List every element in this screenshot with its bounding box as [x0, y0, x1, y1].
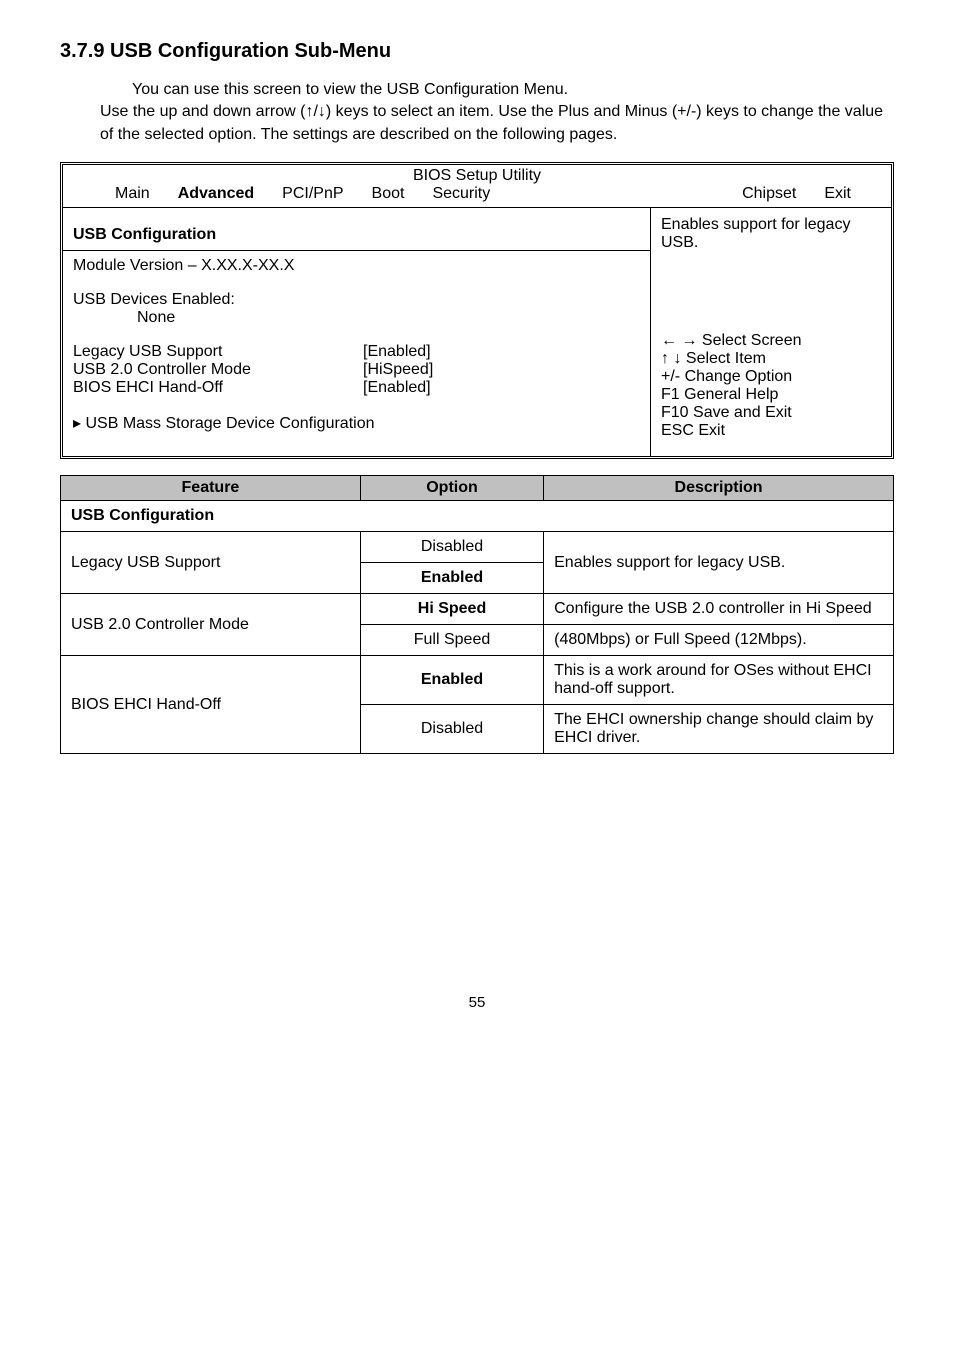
- option-cell: Full Speed: [360, 625, 543, 656]
- menu-pcipnp: PCI/PnP: [282, 185, 343, 203]
- help-key-save-exit: F10 Save and Exit: [661, 404, 881, 422]
- config-value: [Enabled]: [363, 343, 431, 361]
- menu-boot: Boot: [372, 185, 405, 203]
- option-cell: Hi Speed: [360, 594, 543, 625]
- section-heading: 3.7.9 USB Configuration Sub-Menu: [60, 40, 894, 63]
- col-description: Description: [544, 476, 894, 501]
- config-row-legacy-usb: Legacy USB Support [Enabled]: [73, 343, 640, 361]
- table-row: BIOS EHCI Hand-Off Enabled This is a wor…: [61, 656, 894, 705]
- config-label: Legacy USB Support: [73, 343, 283, 361]
- menu-chipset: Chipset: [742, 185, 796, 203]
- feature-cell: USB 2.0 Controller Mode: [61, 594, 361, 656]
- config-value: [Enabled]: [363, 379, 431, 397]
- table-section-header: USB Configuration: [61, 501, 894, 532]
- menu-main: Main: [115, 185, 150, 203]
- help-description: Enables support for legacy USB.: [661, 216, 881, 252]
- table-row: Legacy USB Support Disabled Enables supp…: [61, 532, 894, 563]
- col-option: Option: [360, 476, 543, 501]
- config-value: [HiSpeed]: [363, 361, 433, 379]
- menu-security: Security: [432, 185, 490, 203]
- table-header-row: Feature Option Description: [61, 476, 894, 501]
- config-row-usb20-mode: USB 2.0 Controller Mode [HiSpeed]: [73, 361, 640, 379]
- config-label: USB 2.0 Controller Mode: [73, 361, 283, 379]
- config-section-title: USB Configuration: [73, 226, 640, 244]
- module-version: Module Version – X.XX.X-XX.X: [73, 257, 640, 275]
- table-section-row: USB Configuration: [61, 501, 894, 532]
- description-cell: The EHCI ownership change should claim b…: [544, 705, 894, 754]
- description-cell: (480Mbps) or Full Speed (12Mbps).: [544, 625, 894, 656]
- bios-menu-bar: Main Advanced PCI/PnP Boot Security Chip…: [63, 185, 891, 208]
- option-cell: Enabled: [360, 656, 543, 705]
- usb-devices-label: USB Devices Enabled:: [73, 291, 640, 309]
- config-row-ehci-handoff: BIOS EHCI Hand-Off [Enabled]: [73, 379, 640, 397]
- intro-line1: You can use this screen to view the USB …: [100, 79, 894, 101]
- feature-table: Feature Option Description USB Configura…: [60, 475, 894, 754]
- submenu-usb-mass-storage: ▸ USB Mass Storage Device Configuration: [73, 413, 640, 433]
- usb-devices-value: None: [73, 309, 640, 327]
- menu-advanced: Advanced: [178, 185, 254, 203]
- help-key-select-item: ↑ ↓ Select Item: [661, 350, 881, 368]
- config-label: BIOS EHCI Hand-Off: [73, 379, 283, 397]
- bios-title: BIOS Setup Utility: [63, 165, 891, 185]
- intro-paragraph: You can use this screen to view the USB …: [100, 79, 894, 146]
- feature-cell: BIOS EHCI Hand-Off: [61, 656, 361, 754]
- option-cell: Disabled: [360, 705, 543, 754]
- help-key-general-help: F1 General Help: [661, 386, 881, 404]
- option-cell: Disabled: [360, 532, 543, 563]
- page-number: 55: [60, 994, 894, 1011]
- option-cell: Enabled: [360, 563, 543, 594]
- bios-panel: BIOS Setup Utility Main Advanced PCI/PnP…: [60, 162, 894, 459]
- feature-cell: Legacy USB Support: [61, 532, 361, 594]
- help-key-select-screen: ← → Select Screen: [661, 332, 881, 350]
- col-feature: Feature: [61, 476, 361, 501]
- description-cell: Configure the USB 2.0 controller in Hi S…: [544, 594, 894, 625]
- help-key-change-option: +/- Change Option: [661, 368, 881, 386]
- menu-exit: Exit: [824, 185, 851, 203]
- help-key-esc-exit: ESC Exit: [661, 422, 881, 440]
- description-cell: Enables support for legacy USB.: [544, 532, 894, 594]
- table-row: USB 2.0 Controller Mode Hi Speed Configu…: [61, 594, 894, 625]
- description-cell: This is a work around for OSes without E…: [544, 656, 894, 705]
- intro-rest: Use the up and down arrow (↑/↓) keys to …: [100, 103, 883, 142]
- bios-left-pane: USB Configuration Module Version – X.XX.…: [63, 208, 650, 456]
- bios-right-pane: Enables support for legacy USB. ← → Sele…: [650, 208, 891, 456]
